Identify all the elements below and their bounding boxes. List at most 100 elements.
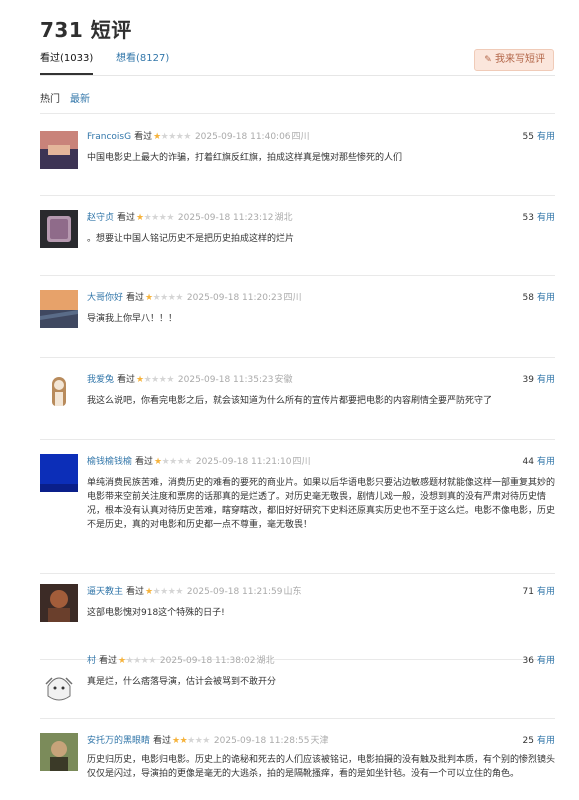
comment-text: 历史归历史，电影归电影。历史上的诡秘和死去的人们应该被铭记，电影拍摄的没有触及批… xyxy=(87,755,556,779)
rating-stars: ★★★★★ xyxy=(145,587,183,597)
rating-stars: ★★★★★ xyxy=(145,293,183,303)
useful-button[interactable]: 有用 xyxy=(537,213,555,223)
vote-number: 53 xyxy=(522,213,534,223)
tab-seen[interactable]: 看过(1033) xyxy=(40,52,94,75)
username[interactable]: 我爱兔 xyxy=(87,375,114,385)
vote-count: 71 有用 xyxy=(523,586,555,598)
comment-location: 天津 xyxy=(310,736,329,746)
comment-header: 安托万的黑眼睛 看过★★★★★ 2025-09-18 11:28:55天津 xyxy=(87,735,329,747)
comment-item: 榆钱榆钱榆 看过★★★★★ 2025-09-18 11:21:10四川 44 有用 单… xyxy=(40,439,555,573)
vote-count: 39 有用 xyxy=(523,374,555,386)
write-review-label: 我来写短评 xyxy=(495,54,545,65)
comment-header: 赵守贞 看过★★★★★ 2025-09-18 11:23:12湖北 xyxy=(87,212,293,224)
username[interactable]: 榆钱榆钱榆 xyxy=(87,457,132,467)
useful-button[interactable]: 有用 xyxy=(537,587,555,597)
rating-stars: ★★★★★ xyxy=(118,656,156,666)
comment-text: 我这么说吧，你看完电影之后，就会该知道为什么所有的宣传片都要把电影的内容刷情全要… xyxy=(87,396,493,406)
useful-button[interactable]: 有用 xyxy=(537,375,555,385)
vote-count: 25 有用 xyxy=(523,735,555,747)
avatar[interactable] xyxy=(40,733,78,771)
sort-new[interactable]: 最新 xyxy=(70,90,90,105)
username[interactable]: 大哥你好 xyxy=(87,293,123,303)
useful-button[interactable]: 有用 xyxy=(537,656,555,666)
avatar[interactable] xyxy=(40,584,78,622)
comment-item: 大哥你好 看过★★★★★ 2025-09-18 11:20:23四川 58 有用 导演… xyxy=(40,275,555,357)
comment-header: FrancoisG 看过★★★★★ 2025-09-18 11:40:06四川 xyxy=(87,131,310,143)
username[interactable]: 村 xyxy=(87,656,96,666)
vote-number: 25 xyxy=(522,736,534,746)
comment-location: 四川 xyxy=(291,132,310,142)
avatar[interactable] xyxy=(40,131,78,169)
avatar[interactable] xyxy=(40,454,78,492)
username[interactable]: FrancoisG xyxy=(87,132,131,142)
avatar[interactable] xyxy=(40,668,78,706)
useful-button[interactable]: 有用 xyxy=(537,736,555,746)
comment-text: 这部电影愧对918这个特殊的日子! xyxy=(87,608,225,618)
comment-item: FrancoisG 看过★★★★★ 2025-09-18 11:40:06四川 55… xyxy=(40,113,555,195)
comment-item: 逼天教主 看过★★★★★ 2025-09-18 11:21:59山东 71 有用 这部… xyxy=(40,573,555,659)
comment-time: 2025-09-18 11:21:10 xyxy=(195,457,292,467)
username[interactable]: 逼天教主 xyxy=(87,587,123,597)
watch-status: 看过 xyxy=(99,656,118,666)
vote-number: 58 xyxy=(522,293,534,303)
vote-count: 53 有用 xyxy=(523,212,555,224)
comment-text: 中国电影史上最大的诈骗，打着红旗反红旗，拍成这样真是愧对那些惨死的人们 xyxy=(87,153,403,163)
comment-header: 村看过★★★★★ 2025-09-18 11:38:02湖北 xyxy=(87,655,275,667)
vote-count: 36 有用 xyxy=(523,655,555,667)
vote-number: 36 xyxy=(522,656,534,666)
rating-stars: ★★★★★ xyxy=(172,736,210,746)
write-review-button[interactable]: ✎ 我来写短评 xyxy=(474,49,554,71)
avatar[interactable] xyxy=(40,372,78,410)
comment-location: 四川 xyxy=(292,457,311,467)
comment-time: 2025-09-18 11:23:12 xyxy=(177,213,274,223)
sort-hot[interactable]: 热门 xyxy=(40,90,60,105)
comment-header: 逼天教主 看过★★★★★ 2025-09-18 11:21:59山东 xyxy=(87,586,302,598)
rating-stars: ★★★★★ xyxy=(153,132,191,142)
page-title: 731 短评 xyxy=(40,18,132,42)
vote-number: 44 xyxy=(522,457,534,467)
comment-text: 导演我上你早八！！！ xyxy=(87,314,178,324)
comment-text: 单纯消费民族苦难，消费历史的难看的要死的商业片。如果以后华语电影只要沾边敏感题材… xyxy=(87,478,556,530)
pencil-icon: ✎ xyxy=(484,55,492,65)
useful-button[interactable]: 有用 xyxy=(537,457,555,467)
avatar[interactable] xyxy=(40,290,78,328)
comment-location: 四川 xyxy=(283,293,302,303)
comment-location: 湖北 xyxy=(256,656,275,666)
vote-count: 58 有用 xyxy=(523,292,555,304)
comment-location: 湖北 xyxy=(274,213,293,223)
watch-status: 看过 xyxy=(135,457,154,467)
comment-location: 山东 xyxy=(283,587,302,597)
comment-time: 2025-09-18 11:35:23 xyxy=(177,375,274,385)
watch-status: 看过 xyxy=(126,587,145,597)
comment-time: 2025-09-18 11:38:02 xyxy=(159,656,256,666)
comment-time: 2025-09-18 11:40:06 xyxy=(194,132,291,142)
comment-text: 真是烂，什么痞落导演，估计会被骂到不敢开分 xyxy=(87,677,277,687)
vote-count: 44 有用 xyxy=(523,456,555,468)
watch-status: 看过 xyxy=(117,375,136,385)
comment-time: 2025-09-18 11:28:55 xyxy=(213,736,310,746)
vote-number: 55 xyxy=(522,132,534,142)
tab-want[interactable]: 想看(8127) xyxy=(116,52,169,66)
useful-button[interactable]: 有用 xyxy=(537,132,555,142)
avatar[interactable] xyxy=(40,210,78,248)
comment-item: 赵守贞 看过★★★★★ 2025-09-18 11:23:12湖北 53 有用 。想要… xyxy=(40,195,555,275)
watch-status: 看过 xyxy=(134,132,153,142)
comment-item: 我爱兔 看过★★★★★ 2025-09-18 11:35:23安徽 39 有用 我这么… xyxy=(40,357,555,439)
comment-text: 。想要让中国人铭记历史不是把历史拍成这样的烂片 xyxy=(87,234,295,244)
rating-stars: ★★★★★ xyxy=(154,457,192,467)
comment-item: 安托万的黑眼睛 看过★★★★★ 2025-09-18 11:28:55天津 25 有用… xyxy=(40,718,555,800)
watch-status: 看过 xyxy=(153,736,172,746)
comment-time: 2025-09-18 11:20:23 xyxy=(186,293,283,303)
comment-7-anchor: 村看过★★★★★ 2025-09-18 11:38:02湖北 36 有用 真是烂，什… xyxy=(40,656,555,687)
comment-header: 我爱兔 看过★★★★★ 2025-09-18 11:35:23安徽 xyxy=(87,374,293,386)
comment-header: 榆钱榆钱榆 看过★★★★★ 2025-09-18 11:21:10四川 xyxy=(87,456,311,468)
useful-button[interactable]: 有用 xyxy=(537,293,555,303)
comment-time: 2025-09-18 11:21:59 xyxy=(186,587,283,597)
watch-status: 看过 xyxy=(117,213,136,223)
comment-header: 大哥你好 看过★★★★★ 2025-09-18 11:20:23四川 xyxy=(87,292,302,304)
rating-stars: ★★★★★ xyxy=(136,213,174,223)
username[interactable]: 赵守贞 xyxy=(87,213,114,223)
vote-number: 71 xyxy=(522,587,534,597)
watch-status: 看过 xyxy=(126,293,145,303)
username[interactable]: 安托万的黑眼睛 xyxy=(87,736,150,746)
